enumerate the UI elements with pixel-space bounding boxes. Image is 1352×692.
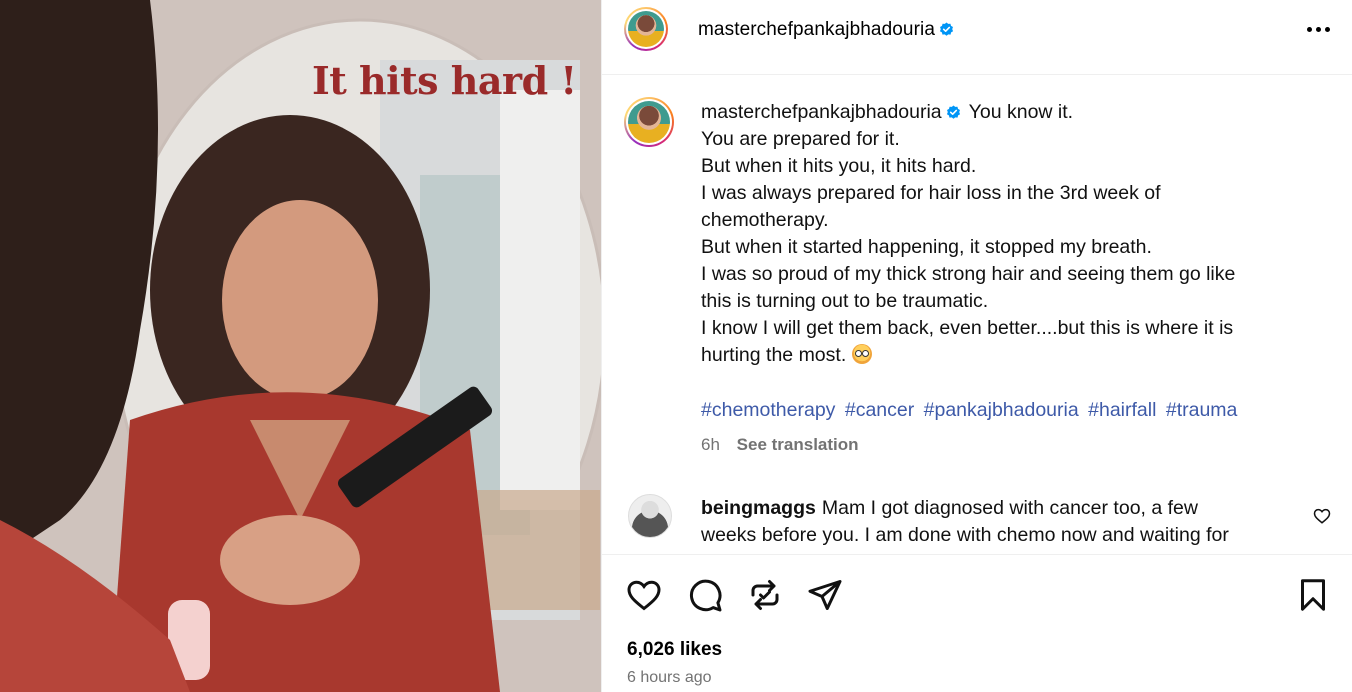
comment-bubble-icon[interactable]	[687, 577, 723, 613]
caption-line: I was always prepared for hair loss in t…	[701, 182, 1161, 204]
more-dot-icon	[1324, 26, 1330, 32]
caption-line: I was so proud of my thick strong hair a…	[701, 263, 1236, 285]
caption-line: You are prepared for it.	[701, 128, 900, 150]
post-actions-bar	[602, 554, 1352, 636]
post-details-panel: masterchefpankajbhadouria masterchefpank…	[601, 0, 1352, 692]
avatar-photo	[628, 11, 664, 47]
author-avatar[interactable]	[624, 7, 668, 51]
post-header: masterchefpankajbhadouria	[602, 0, 1352, 75]
caption-line-text: You know it.	[968, 101, 1074, 123]
hashtag-link[interactable]: #hairfall	[1088, 399, 1156, 421]
caption-line: chemotherapy.	[701, 209, 829, 231]
caption-author-avatar[interactable]	[624, 97, 674, 147]
header-username-row: masterchefpankajbhadouria	[698, 19, 954, 41]
caption-line: hurting the most.	[701, 342, 1321, 369]
verified-badge-icon	[939, 22, 954, 36]
flushed-face-emoji-icon	[852, 344, 873, 364]
commenter-username[interactable]: beingmaggs	[701, 497, 816, 519]
more-dot-icon	[1315, 26, 1321, 32]
hashtag-link[interactable]: #cancer	[845, 399, 914, 421]
more-dot-icon	[1306, 26, 1312, 32]
image-overlay-text: It hits hard !	[312, 58, 577, 103]
hashtag-link[interactable]: #pankajbhadouria	[924, 399, 1079, 421]
avatar-photo	[628, 101, 670, 143]
hashtag-link[interactable]: #trauma	[1166, 399, 1238, 421]
likes-count[interactable]: 6,026 likes	[627, 639, 722, 661]
caption-author-username[interactable]: masterchefpankajbhadouria	[701, 101, 942, 123]
caption-meta: 6h See translation	[701, 435, 859, 455]
like-heart-icon[interactable]	[626, 577, 662, 613]
comment-body: Mam I got diagnosed with cancer too, a f…	[821, 497, 1198, 519]
verified-badge-icon	[946, 105, 960, 119]
more-options-button[interactable]	[1303, 16, 1333, 42]
comment-like-heart-icon[interactable]	[1313, 507, 1331, 525]
comment-line: beingmaggs Mam I got diagnosed with cance…	[701, 495, 1311, 522]
caption-line: But when it started happening, it stoppe…	[701, 236, 1152, 258]
post-photo	[0, 0, 601, 692]
post-caption: masterchefpankajbhadouria You know it. Yo…	[602, 75, 1352, 487]
caption-line: But when it hits you, it hits hard.	[701, 155, 977, 177]
comment-text: beingmaggs Mam I got diagnosed with cance…	[701, 495, 1311, 549]
post-timestamp[interactable]: 6 hours ago	[627, 669, 712, 687]
see-translation-button[interactable]: See translation	[737, 435, 859, 454]
author-username-link[interactable]: masterchefpankajbhadouria	[698, 19, 935, 40]
commenter-avatar[interactable]	[628, 494, 672, 538]
hashtag-list: #chemotherapy #cancer #pankajbhadouria #…	[701, 399, 1241, 422]
caption-line: I know I will get them back, even better…	[701, 317, 1234, 339]
caption-line-text: hurting the most.	[701, 344, 847, 366]
repost-icon[interactable]	[747, 577, 783, 613]
save-bookmark-icon[interactable]	[1295, 577, 1331, 613]
caption-line: this is turning out to be traumatic.	[701, 290, 989, 312]
hashtag-link[interactable]: #chemotherapy	[701, 399, 835, 421]
post-image[interactable]: It hits hard !	[0, 0, 601, 692]
comment-item: beingmaggs Mam I got diagnosed with cance…	[602, 487, 1352, 554]
caption-line: masterchefpankajbhadouria You know it.	[701, 99, 1321, 126]
caption-text: masterchefpankajbhadouria You know it. Yo…	[701, 99, 1321, 369]
share-send-icon[interactable]	[807, 577, 843, 613]
caption-age[interactable]: 6h	[701, 435, 720, 454]
comment-line: weeks before you. I am done with chemo n…	[701, 524, 1229, 546]
